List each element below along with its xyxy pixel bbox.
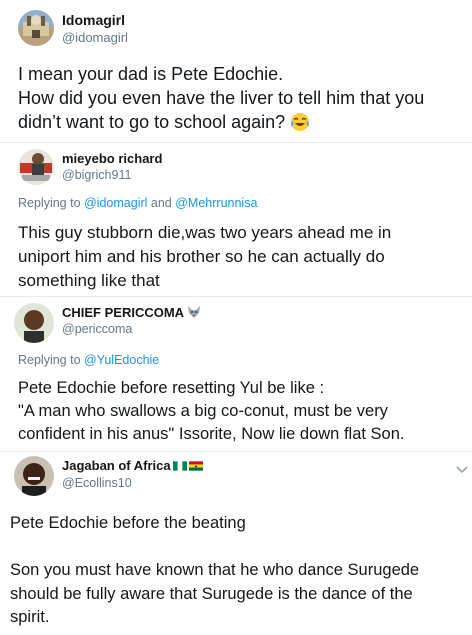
tweet-chief-periccoma: CHIEF PERICCOMA @periccoma Replying to @… [0,297,472,452]
tweet-line: How did you even have the liver to tell … [18,88,425,108]
replying-to: Replying to @idomagirl and @Mehrrunnisa [18,196,258,210]
tweet-text: Pete Edochie before resetting Yul be lik… [18,377,468,446]
chevron-down-icon[interactable] [456,461,468,479]
tweet-line: Pete Edochie before resetting Yul be lik… [18,379,325,397]
tweet-line: confident in his anus" Issorite, Now lie… [18,425,405,443]
tweet-line: didn’t want to go to school again? [18,110,463,134]
avatar[interactable] [14,456,54,496]
tweet-line: spirit. [10,608,50,626]
avatar[interactable] [18,149,54,185]
display-name[interactable]: CHIEF PERICCOMA [62,305,201,322]
ghana-flag-icon [188,459,203,474]
tweet-line: Pete Edochie before the beating [10,514,246,532]
reply-mention-link[interactable]: @Mehrrunnisa [175,196,257,210]
user-handle[interactable]: @idomagirl [62,30,128,45]
user-handle[interactable]: @periccoma [62,322,132,336]
tears-of-joy-emoji-icon [290,112,310,132]
tweet-mieyebo-richard: mieyebo richard @bigrich911 Replying to … [0,143,472,298]
wolf-emoji-icon [187,305,201,322]
tweet-line: should be fully aware that Surugede is t… [10,584,413,603]
tweet-line: This guy stubborn die,was two years ahea… [18,223,392,242]
user-handle[interactable]: @Ecollins10 [62,476,132,490]
tweet-line: I mean your dad is Pete Edochie. [18,64,284,84]
replying-to: Replying to @YulEdochie [18,353,160,367]
tweet-line: Son you must have known that he who danc… [10,561,420,579]
tweet-line: uniport him and his brother so he can ac… [18,247,385,266]
tweet-text: I mean your dad is Pete Edochie. How did… [18,62,463,134]
display-name[interactable]: mieyebo richard [62,151,162,166]
avatar[interactable] [14,303,54,343]
avatar[interactable] [18,10,54,46]
user-handle[interactable]: @bigrich911 [62,168,131,182]
tweet-text: Pete Edochie before the beating Son you … [10,512,465,630]
display-name[interactable]: Idomagirl [62,12,125,28]
tweet-line: something like that [18,271,160,290]
tweet-text: This guy stubborn die,was two years ahea… [18,221,463,293]
nigeria-flag-icon [172,459,187,474]
tweet-line: "A man who swallows a big co-conut, must… [18,402,388,420]
reply-mention-link[interactable]: @idomagirl [84,196,147,210]
tweet-jagaban-of-africa: Jagaban of Africa @Ecollins10 Pete Edoch… [0,452,472,635]
tweet-line [10,536,465,560]
tweet-idomagirl: Idomagirl @idomagirl I mean your dad is … [0,0,472,150]
reply-mention-link[interactable]: @YulEdochie [84,353,159,367]
display-name[interactable]: Jagaban of Africa [62,458,203,474]
